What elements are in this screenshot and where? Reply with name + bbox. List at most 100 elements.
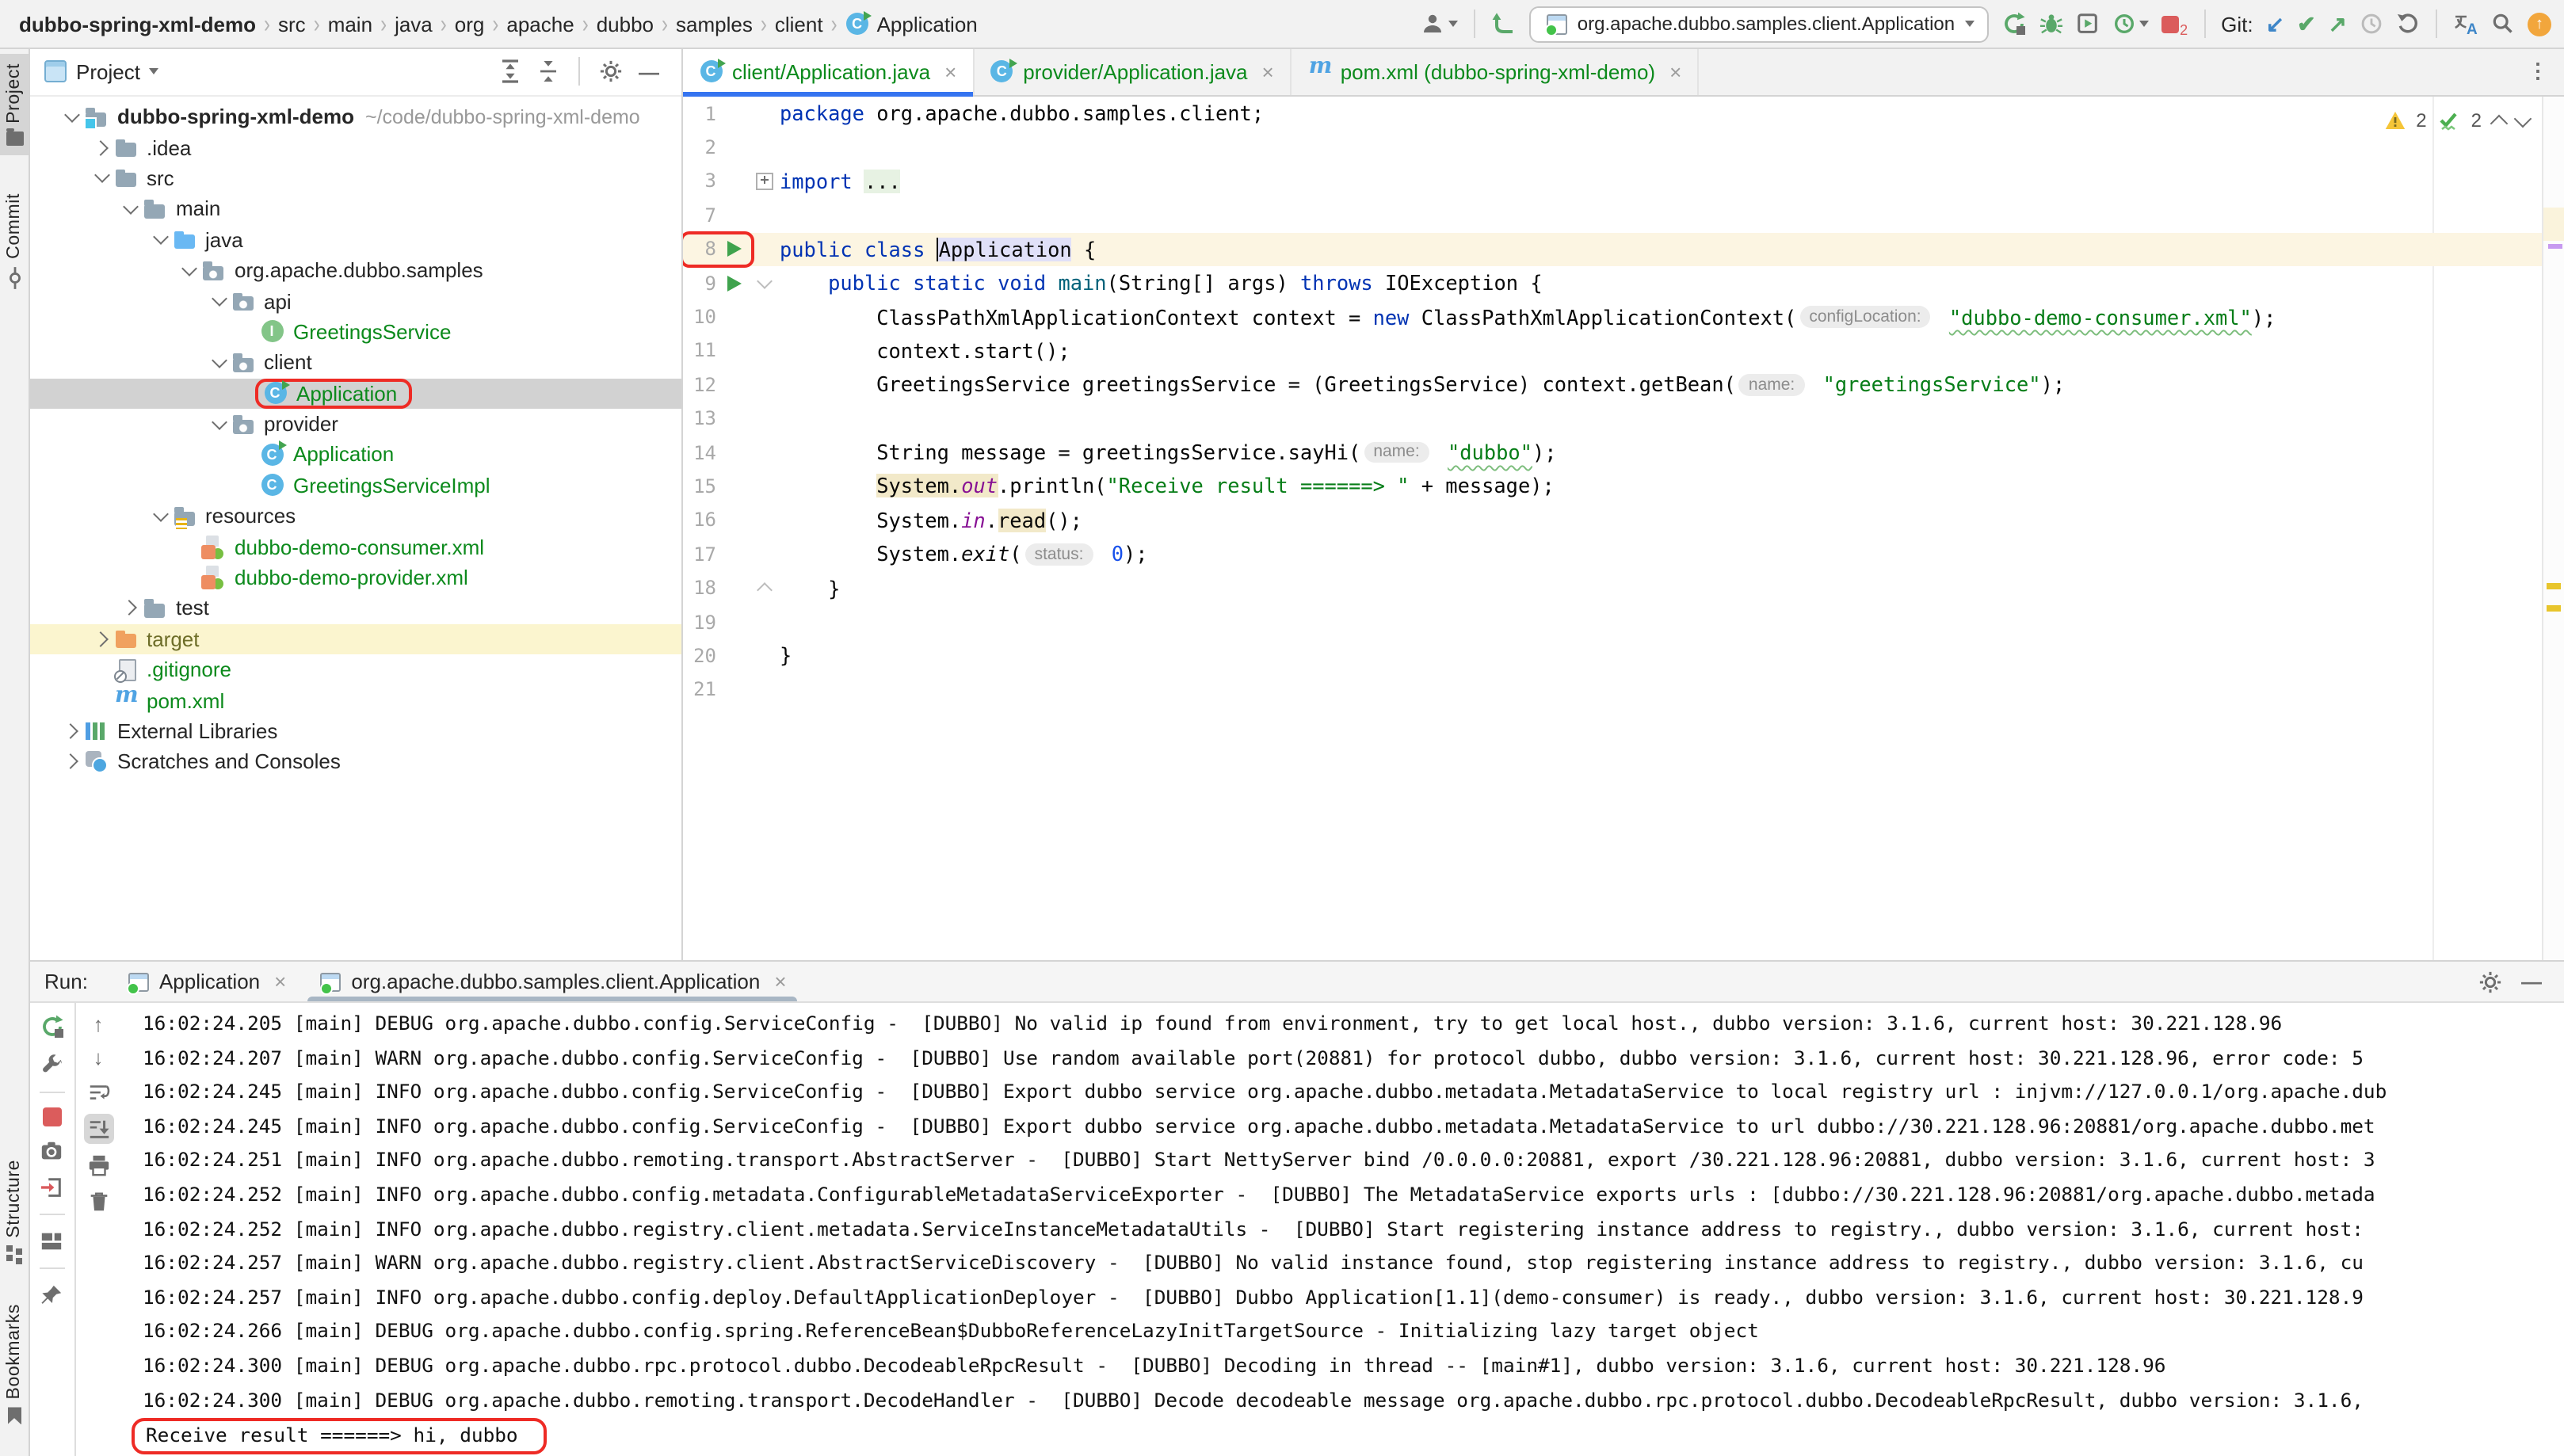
close-icon[interactable]: × xyxy=(274,970,286,993)
tree-item-GreetingsServiceImpl[interactable]: GreetingsServiceImpl xyxy=(29,470,681,501)
tree-item-dubbo-demo-provider.xml[interactable]: dubbo-demo-provider.xml xyxy=(29,562,681,593)
build-arrow-icon[interactable] xyxy=(1492,11,1517,36)
hide-panel-icon[interactable]: — xyxy=(2521,971,2542,992)
chevron-right-icon[interactable] xyxy=(60,723,84,739)
breadcrumb-item[interactable]: client xyxy=(775,12,823,36)
tree-item-api[interactable]: api xyxy=(29,286,681,317)
tree-item-External Libraries[interactable]: External Libraries xyxy=(29,716,681,747)
tree-item-.idea[interactable]: .idea xyxy=(29,132,681,163)
breadcrumb-item[interactable]: samples xyxy=(676,12,753,36)
next-problem-icon[interactable] xyxy=(2513,109,2532,128)
console-output[interactable]: 16:02:24.205 [main] DEBUG org.apache.dub… xyxy=(122,1003,2564,1456)
tree-item-client[interactable]: client xyxy=(29,347,681,378)
chevron-right-icon[interactable] xyxy=(60,753,84,770)
tree-item-provider[interactable]: provider xyxy=(29,409,681,440)
breadcrumb-item[interactable]: dubbo-spring-xml-demo xyxy=(19,12,256,36)
tool-button-project[interactable]: Project xyxy=(0,54,29,155)
editor-tab-pom.xml (dubbo-spring-xml-demo)[interactable]: pom.xml (dubbo-spring-xml-demo) × xyxy=(1292,48,1700,95)
tool-button-commit[interactable]: Commit xyxy=(0,193,29,291)
run-tab-org.apache.dubbo.samples.client.Application[interactable]: org.apache.dubbo.samples.client.Applicat… xyxy=(302,962,802,1001)
run-tab-Application[interactable]: Application × xyxy=(110,962,302,1001)
chevron-down-icon[interactable] xyxy=(60,106,84,123)
settings-icon[interactable] xyxy=(2478,969,2502,994)
chevron-right-icon[interactable] xyxy=(90,631,113,647)
ok-count[interactable]: 2 xyxy=(2471,109,2482,131)
up-stack-trace-icon[interactable]: ↑ xyxy=(93,1014,104,1035)
breadcrumb-item[interactable]: org xyxy=(455,12,485,36)
chevron-down-icon[interactable] xyxy=(177,260,201,276)
tree-item-Application[interactable]: Application xyxy=(29,378,681,409)
breadcrumb-item[interactable]: dubbo xyxy=(597,12,654,36)
chevron-down-icon[interactable] xyxy=(149,68,159,74)
git-commit-icon[interactable]: ✔ xyxy=(2297,13,2315,35)
tree-item-Application[interactable]: Application xyxy=(29,440,681,471)
tree-item-src[interactable]: src xyxy=(29,163,681,194)
stop-icon[interactable] xyxy=(42,1107,61,1126)
close-icon[interactable]: × xyxy=(1669,59,1681,83)
breadcrumb-item[interactable]: Application xyxy=(877,12,978,36)
tree-item-pom.xml[interactable]: pom.xml xyxy=(29,682,681,716)
chevron-right-icon[interactable] xyxy=(119,600,143,616)
close-icon[interactable]: × xyxy=(944,59,956,83)
chevron-down-icon[interactable] xyxy=(207,414,231,430)
user-menu-button[interactable] xyxy=(1421,11,1459,36)
run-line-button[interactable] xyxy=(716,275,753,292)
print-icon[interactable] xyxy=(86,1153,110,1177)
soft-wrap-icon[interactable] xyxy=(86,1081,110,1104)
git-update-icon[interactable]: ↙ xyxy=(2266,13,2284,35)
tree-item-test[interactable]: test xyxy=(29,593,681,624)
tree-item-main[interactable]: main xyxy=(29,193,681,224)
pin-icon[interactable] xyxy=(40,1283,63,1307)
tree-item-.gitignore[interactable]: .gitignore xyxy=(29,654,681,685)
editor-tab-client/Application.java[interactable]: client/Application.java × xyxy=(683,48,975,97)
run-configuration-select[interactable]: org.apache.dubbo.samples.client.Applicat… xyxy=(1529,6,1989,42)
tree-item-Scratches and Consoles[interactable]: Scratches and Consoles xyxy=(29,746,681,777)
rerun-icon[interactable] xyxy=(39,1014,64,1039)
search-icon[interactable] xyxy=(2491,11,2515,36)
run-line-button[interactable] xyxy=(716,241,753,257)
tool-button-structure[interactable]: Structure xyxy=(0,1160,29,1262)
profiler-button[interactable] xyxy=(2112,11,2149,36)
hide-panel-icon[interactable]: — xyxy=(639,61,659,82)
scroll-to-end-button[interactable] xyxy=(83,1114,113,1144)
chevron-down-icon[interactable] xyxy=(148,505,172,522)
rollback-icon[interactable] xyxy=(2396,11,2420,36)
history-icon[interactable] xyxy=(2360,11,2383,36)
tab-options-icon[interactable]: ⋮ xyxy=(2528,59,2564,84)
ide-update-icon[interactable]: ↑ xyxy=(2528,12,2551,36)
tool-button-bookmarks[interactable]: Bookmarks xyxy=(0,1304,29,1425)
chevron-down-icon[interactable] xyxy=(90,168,113,184)
chevron-down-icon[interactable] xyxy=(207,291,231,307)
fold-slot[interactable] xyxy=(753,273,776,290)
debug-icon[interactable] xyxy=(2039,11,2062,36)
breadcrumb-item[interactable]: apache xyxy=(506,12,574,36)
fold-slot[interactable] xyxy=(753,172,776,190)
close-icon[interactable]: × xyxy=(1262,59,1274,83)
clear-trash-icon[interactable] xyxy=(86,1190,110,1214)
settings-icon[interactable] xyxy=(599,59,623,84)
warning-count[interactable]: 2 xyxy=(2416,109,2426,131)
down-stack-trace-icon[interactable]: ↓ xyxy=(93,1047,104,1068)
error-stripe[interactable] xyxy=(2542,97,2564,960)
attach-exit-icon[interactable] xyxy=(40,1176,63,1199)
chevron-right-icon[interactable] xyxy=(90,139,113,156)
tree-item-target[interactable]: target xyxy=(29,623,681,655)
thread-dump-camera-icon[interactable] xyxy=(40,1139,63,1163)
breadcrumb-item[interactable]: src xyxy=(278,12,306,36)
chevron-down-icon[interactable] xyxy=(148,229,172,246)
collapse-all-icon[interactable] xyxy=(537,59,559,84)
restore-layout-icon[interactable] xyxy=(40,1229,63,1253)
edit-configuration-wrench-icon[interactable] xyxy=(40,1052,63,1077)
chevron-down-icon[interactable] xyxy=(207,352,231,368)
tree-item-dubbo-spring-xml-demo[interactable]: dubbo-spring-xml-demo ~/code/dubbo-spring… xyxy=(29,101,681,132)
git-push-icon[interactable]: ↗ xyxy=(2329,13,2347,35)
tree-item-GreetingsService[interactable]: GreetingsService xyxy=(29,316,681,347)
chevron-down-icon[interactable] xyxy=(119,198,143,215)
tree-item-dubbo-demo-consumer.xml[interactable]: dubbo-demo-consumer.xml xyxy=(29,532,681,562)
expand-all-icon[interactable] xyxy=(499,59,521,84)
breadcrumb-item[interactable]: java xyxy=(395,12,433,36)
close-icon[interactable]: × xyxy=(774,970,786,993)
prev-problem-icon[interactable] xyxy=(2490,114,2509,133)
rerun-icon[interactable] xyxy=(2001,11,2026,36)
tree-item-java[interactable]: java xyxy=(29,224,681,255)
